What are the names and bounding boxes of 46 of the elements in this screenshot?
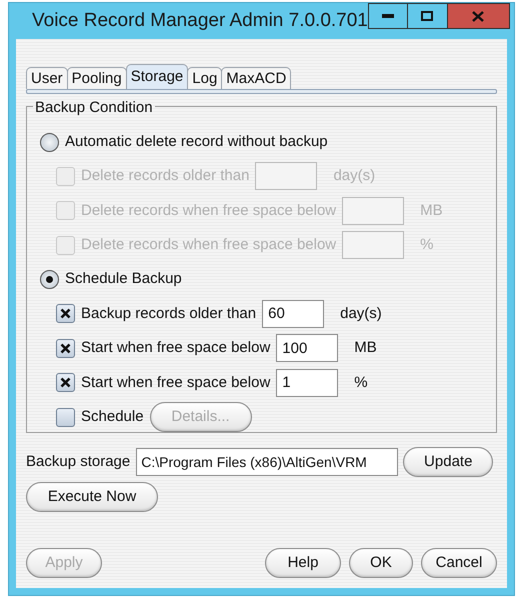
unit-label: day(s)	[333, 166, 376, 186]
x-mark-icon	[60, 308, 71, 320]
x-mark-icon	[60, 377, 71, 388]
tab[interactable]: MaxACD	[221, 67, 292, 89]
checkbox[interactable]	[56, 408, 75, 427]
radio-label: Automatic delete record without backup	[65, 132, 328, 152]
maximize-icon	[421, 11, 434, 21]
execute-now-button[interactable]: Execute Now	[26, 482, 158, 512]
radio-button[interactable]	[40, 270, 59, 289]
close-icon	[472, 10, 484, 22]
maximize-button[interactable]	[408, 3, 448, 29]
checkbox-label: Backup records older than	[81, 304, 256, 324]
window-title: Voice Record Manager Admin 7.0.0.701	[32, 8, 368, 33]
checkbox-label: Start when free space below	[81, 338, 270, 358]
tab[interactable]: User	[26, 67, 68, 89]
minimize-icon	[382, 14, 394, 18]
dialog-button[interactable]: Help	[265, 548, 341, 578]
radio-button[interactable]	[40, 132, 59, 152]
unit-label: MB	[354, 338, 377, 358]
close-button[interactable]	[448, 3, 510, 29]
checkbox[interactable]	[56, 338, 75, 358]
input-field[interactable]: 100	[276, 334, 338, 362]
backup-storage-label: Backup storage	[26, 452, 130, 472]
checkbox-label: Start when free space below	[81, 372, 270, 392]
radio-label: Schedule Backup	[65, 269, 182, 290]
unit-label: %	[354, 372, 368, 392]
checkbox-label: Delete records older than	[81, 166, 250, 186]
update-button[interactable]: Update	[403, 447, 494, 477]
unit-label: day(s)	[340, 304, 382, 324]
tab[interactable]: Storage	[126, 64, 188, 89]
tab[interactable]: Pooling	[66, 67, 127, 89]
checkbox[interactable]	[56, 304, 75, 324]
checkbox-label: Schedule	[81, 407, 144, 427]
unit-label: MB	[420, 200, 443, 220]
input-field[interactable]: 60	[262, 300, 324, 328]
x-mark-icon	[60, 342, 71, 354]
checkbox[interactable]	[56, 373, 75, 392]
checkbox-label: Delete records when free space below	[81, 200, 336, 220]
backup-storage-field[interactable]: C:\Program Files (x86)\AltiGen\VRM	[136, 448, 398, 476]
dialog-button[interactable]: OK	[349, 548, 413, 578]
tab[interactable]: Log	[187, 67, 222, 89]
input-field[interactable]: 1	[276, 368, 338, 397]
unit-label: %	[420, 235, 434, 255]
checkbox-label: Delete records when free space below	[81, 235, 336, 255]
dialog-button[interactable]: Cancel	[421, 548, 497, 578]
minimize-button[interactable]	[368, 3, 408, 29]
